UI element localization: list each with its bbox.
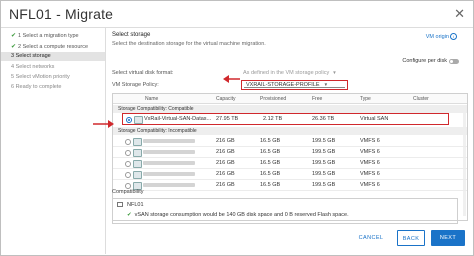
section-subtitle: Select the destination storage for the v… (112, 41, 266, 47)
close-icon[interactable]: ✕ (454, 6, 465, 22)
table-row[interactable]: 216 GB 16.5 GB 199.5 GB VMFS 6 (113, 136, 467, 147)
datastore-icon (133, 171, 142, 179)
step-select-storage[interactable]: 3 Select storage (1, 52, 105, 61)
table-row[interactable]: 216 GB 16.5 GB 199.5 GB VMFS 6 (113, 180, 467, 191)
host-icon (117, 202, 123, 207)
arrow-pointer-icon (93, 120, 114, 128)
redacted-name (143, 150, 195, 154)
dialog-titlebar: NFL01 - Migrate ✕ (1, 1, 473, 28)
col-type[interactable]: Type (360, 96, 371, 102)
wizard-steps: ✔ 1 Select a migration type ✔ 2 Select a c… (1, 28, 106, 254)
redacted-name (143, 183, 195, 187)
table-row[interactable]: 216 GB 16.5 GB 199.5 GB VMFS 6 (113, 147, 467, 158)
redacted-name (143, 161, 195, 165)
cell-provisioned: 16.5 GB (260, 138, 281, 144)
cell-free: 199.5 GB (312, 171, 336, 177)
step-migration-type[interactable]: ✔ 1 Select a migration type (11, 32, 79, 39)
compatibility-panel: NFL01 ✔ vSAN storage consumption would be… (112, 198, 458, 224)
col-name[interactable]: Name (145, 96, 158, 102)
disk-format-label: Select virtual disk format: (112, 70, 174, 76)
table-row[interactable]: 216 GB 16.5 GB 199.5 GB VMFS 6 (113, 169, 467, 180)
cell-type: VMFS 6 (360, 149, 380, 155)
select-underline (244, 87, 345, 88)
cell-provisioned: 16.5 GB (260, 182, 281, 188)
table-row-selected[interactable]: VxRail-Virtual-SAN-Datas... 27.95 TB 2.1… (122, 113, 449, 125)
redacted-name (143, 139, 195, 143)
disk-format-select[interactable]: As defined in the VM storage policy ▼ (243, 70, 337, 76)
cell-capacity: 216 GB (216, 171, 235, 177)
configure-per-disk-toggle[interactable] (449, 59, 459, 64)
datastore-icon (133, 138, 142, 146)
step-ready-to-complete: 6 Ready to complete (11, 84, 62, 90)
chevron-down-icon: ▼ (323, 82, 329, 87)
cell-capacity: 27.95 TB (216, 116, 239, 122)
col-cluster[interactable]: Cluster (413, 96, 429, 102)
cell-type: VMFS 6 (360, 138, 380, 144)
migrate-dialog: NFL01 - Migrate ✕ ✔ 1 Select a migration … (0, 0, 474, 256)
redacted-name (143, 172, 195, 176)
cancel-button[interactable]: CANCEL (351, 230, 391, 246)
cell-free: 26.36 TB (312, 116, 335, 122)
table-header: Name Capacity Provisioned Free Type Clus… (113, 94, 467, 104)
vm-origin-link[interactable]: VM origin i (426, 33, 457, 40)
group-incompatible[interactable]: Storage Compatibility: Incompatible (113, 127, 467, 135)
configure-per-disk-label: Configure per disk (402, 58, 447, 64)
cell-free: 199.5 GB (312, 149, 336, 155)
check-icon: ✔ (127, 212, 132, 218)
cell-provisioned: 16.5 GB (260, 171, 281, 177)
cell-capacity: 216 GB (216, 182, 235, 188)
cell-type: VMFS 6 (360, 171, 380, 177)
datastore-icon (133, 149, 142, 157)
info-icon: i (450, 33, 457, 40)
cell-provisioned: 16.5 GB (260, 160, 281, 166)
check-icon: ✔ (11, 44, 17, 50)
cell-capacity: 216 GB (216, 160, 235, 166)
chevron-down-icon: ▼ (332, 70, 337, 75)
storage-panel: Select storage Select the destination st… (109, 30, 471, 221)
row-radio[interactable] (126, 117, 132, 123)
table-row[interactable]: 216 GB 16.5 GB 199.5 GB VMFS 6 (113, 158, 467, 169)
step-select-networks: 4 Select networks (11, 64, 55, 70)
cell-free: 199.5 GB (312, 138, 336, 144)
row-radio[interactable] (125, 150, 131, 156)
cell-type: Virtual SAN (360, 116, 389, 122)
check-icon: ✔ (11, 33, 17, 39)
cell-type: VMFS 6 (360, 160, 380, 166)
next-button[interactable]: NEXT (431, 230, 465, 246)
cell-provisioned: 16.5 GB (260, 149, 281, 155)
compatibility-host: NFL01 (127, 202, 144, 208)
row-radio[interactable] (125, 139, 131, 145)
section-title: Select storage (112, 32, 151, 38)
datastore-icon (133, 160, 142, 168)
col-capacity[interactable]: Capacity (216, 96, 235, 102)
step-vmotion-priority: 5 Select vMotion priority (11, 74, 70, 80)
group-compatible[interactable]: Storage Compatibility: Compatible (113, 105, 467, 113)
step-compute-resource[interactable]: ✔ 2 Select a compute resource (11, 43, 88, 50)
back-button[interactable]: BACK (397, 230, 425, 246)
dialog-title: NFL01 - Migrate (9, 6, 114, 22)
policy-label: VM Storage Policy: (112, 82, 159, 88)
compatibility-message: ✔ vSAN storage consumption would be 140 G… (127, 212, 349, 218)
cell-provisioned: 2.12 TB (263, 116, 283, 122)
storage-policy-select[interactable]: VXRAIL-STORAGE-PROFILE ▼ (241, 80, 348, 90)
cell-capacity: 216 GB (216, 138, 235, 144)
cell-free: 199.5 GB (312, 182, 336, 188)
datastore-icon (134, 116, 143, 124)
row-radio[interactable] (125, 161, 131, 167)
col-free[interactable]: Free (312, 96, 322, 102)
compatibility-title: Compatibility (112, 189, 144, 195)
row-radio[interactable] (125, 172, 131, 178)
arrow-pointer-icon (223, 75, 240, 83)
cell-free: 199.5 GB (312, 160, 336, 166)
cell-name: VxRail-Virtual-SAN-Datas... (144, 116, 212, 122)
cell-type: VMFS 6 (360, 182, 380, 188)
col-provisioned[interactable]: Provisioned (260, 96, 286, 102)
cell-capacity: 216 GB (216, 149, 235, 155)
